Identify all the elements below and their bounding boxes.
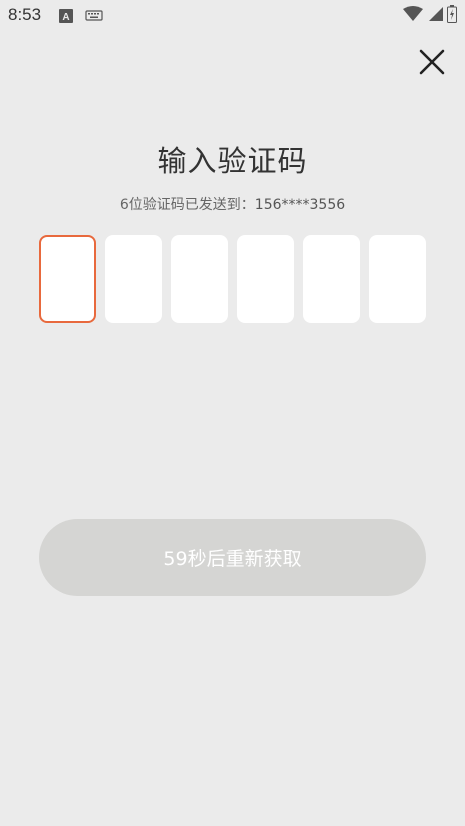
status-bar: 8:53 A	[0, 0, 465, 32]
close-icon	[419, 49, 445, 79]
status-time: 8:53	[8, 5, 42, 24]
svg-text:A: A	[62, 12, 69, 23]
status-notification-icons: A	[59, 8, 103, 27]
close-button[interactable]	[414, 46, 450, 82]
sent-to-info: 6位验证码已发送到：156****3556	[0, 194, 465, 214]
sent-to-label: 6位验证码已发送到：	[119, 197, 255, 213]
verification-code-input[interactable]	[39, 235, 426, 325]
code-digit-box-4[interactable]	[237, 235, 294, 323]
battery-icon	[447, 5, 457, 27]
code-digit-box-5[interactable]	[303, 235, 360, 323]
code-digit-box-1[interactable]	[39, 235, 96, 323]
page-title: 输入验证码	[157, 144, 308, 178]
keyboard-icon	[85, 8, 103, 27]
status-system-icons	[403, 5, 457, 27]
resend-code-button[interactable]: 59秒后重新获取	[39, 519, 426, 596]
resend-code-label: 59秒后重新获取	[163, 548, 302, 570]
wifi-icon	[403, 6, 423, 26]
a-notification-icon: A	[59, 8, 73, 27]
code-digit-box-3[interactable]	[171, 235, 228, 323]
phone-number: 156****3556	[254, 197, 346, 213]
code-digit-box-6[interactable]	[369, 235, 426, 323]
signal-icon	[427, 6, 443, 26]
code-digit-box-2[interactable]	[105, 235, 162, 323]
